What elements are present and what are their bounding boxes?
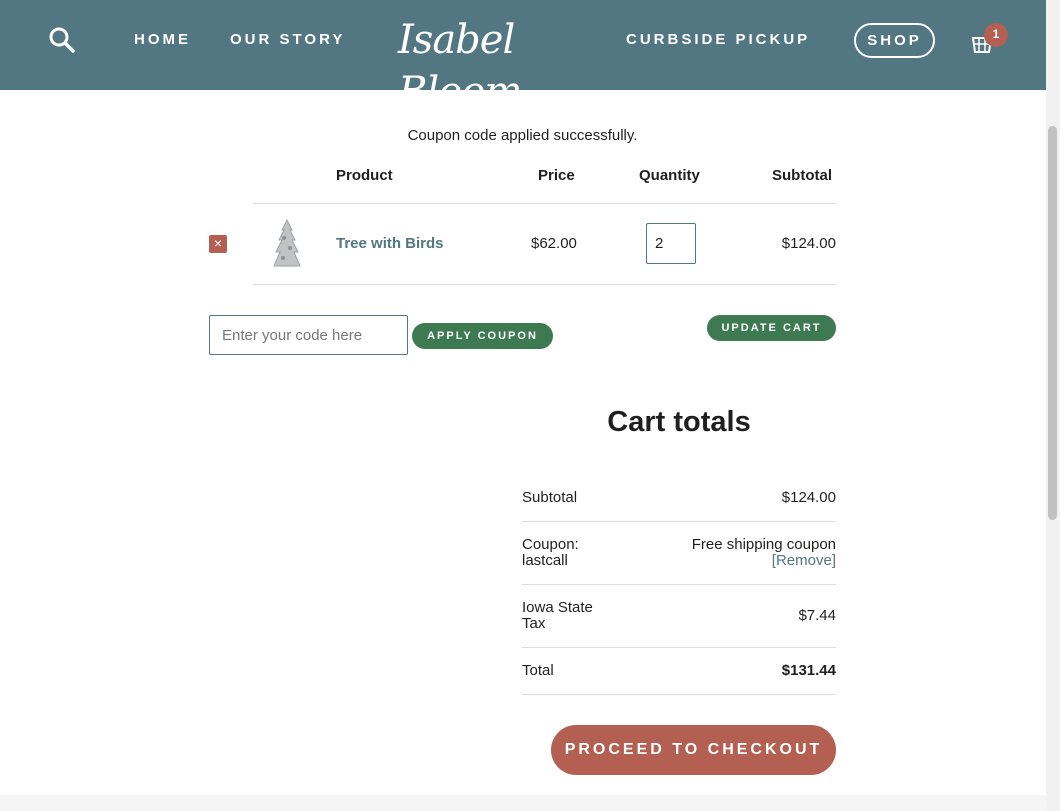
totals-subtotal-label: Subtotal: [522, 489, 578, 506]
footer-strip: [0, 795, 1046, 811]
cart-totals-heading: Cart totals: [607, 406, 751, 438]
nav-home[interactable]: HOME: [134, 31, 191, 48]
remove-coupon-link[interactable]: [Remove]: [772, 553, 836, 569]
totals-tax-value: $7.44: [798, 607, 836, 624]
col-quantity-header: Quantity: [639, 167, 700, 184]
col-subtotal-header: Subtotal: [772, 167, 832, 184]
product-name-link[interactable]: Tree with Birds: [336, 235, 444, 252]
cart-count-badge: 1: [984, 23, 1008, 47]
apply-coupon-button[interactable]: APPLY COUPON: [412, 323, 553, 349]
totals-divider: [522, 647, 836, 648]
totals-divider: [522, 584, 836, 585]
item-subtotal: $124.00: [781, 235, 836, 252]
coupon-success-notice: Coupon code applied successfully.: [407, 127, 638, 144]
col-price-header: Price: [538, 167, 575, 184]
item-price: $62.00: [531, 235, 577, 252]
totals-divider: [522, 521, 836, 522]
search-icon[interactable]: [48, 26, 76, 54]
shop-button[interactable]: SHOP: [854, 23, 935, 58]
totals-total-value: $131.44: [781, 662, 836, 679]
totals-tax-label: Iowa State: [522, 599, 593, 616]
totals-subtotal-value: $124.00: [781, 489, 836, 506]
totals-coupon-value: Free shipping coupon: [691, 536, 836, 553]
totals-divider: [522, 694, 836, 695]
totals-coupon-code: lastcall: [522, 552, 568, 569]
scrollbar-thumb[interactable]: [1048, 126, 1057, 520]
totals-total-label: Total: [522, 662, 554, 679]
brand-logo[interactable]: Isabel Bloom: [398, 14, 648, 115]
nav-our-story[interactable]: OUR STORY: [230, 31, 345, 48]
quantity-input[interactable]: [646, 223, 696, 264]
table-divider: [253, 203, 836, 204]
coupon-code-input[interactable]: [209, 315, 408, 355]
header-torn-edge: [0, 82, 1046, 90]
totals-tax-label-2: Tax: [522, 615, 546, 632]
proceed-to-checkout-button[interactable]: PROCEED TO CHECKOUT: [551, 725, 836, 775]
table-divider: [253, 284, 836, 285]
col-product-header: Product: [336, 167, 393, 184]
remove-item-button[interactable]: ×: [209, 235, 227, 253]
nav-curbside-pickup[interactable]: CURBSIDE PICKUP: [626, 31, 810, 48]
totals-coupon-label: Coupon:: [522, 536, 579, 553]
product-thumbnail[interactable]: [270, 218, 304, 270]
update-cart-button[interactable]: UPDATE CART: [707, 315, 836, 341]
